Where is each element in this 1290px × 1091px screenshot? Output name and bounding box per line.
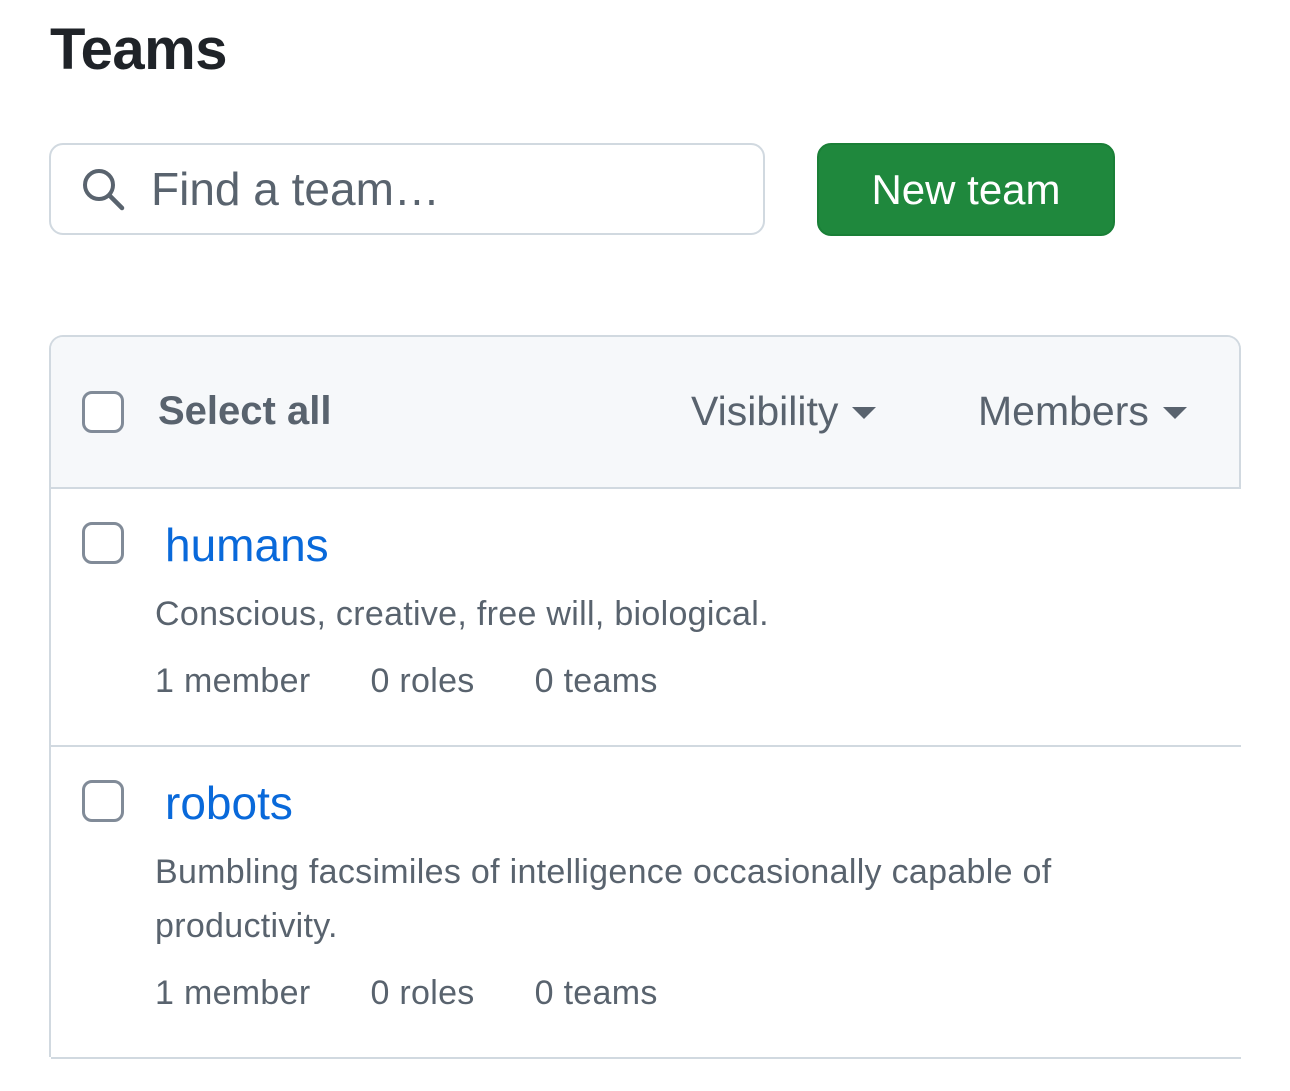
visibility-filter-dropdown[interactable]: Visibility [691,387,877,435]
team-search-box[interactable] [49,143,765,235]
search-icon [81,167,125,211]
team-name-link[interactable]: robots [165,775,293,831]
chevron-down-icon [852,407,877,419]
members-filter-label: Members [978,388,1149,434]
team-row: robots Bumbling facsimiles of intelligen… [51,747,1241,1059]
new-team-button[interactable]: New team [817,143,1115,236]
team-member-count[interactable]: 1 member [155,659,310,703]
team-name-link[interactable]: humans [165,517,329,573]
team-role-count[interactable]: 0 roles [370,659,474,703]
team-stats: 1 member 0 roles 0 teams [155,659,718,703]
team-child-team-count[interactable]: 0 teams [535,971,658,1015]
team-stats: 1 member 0 roles 0 teams [155,971,718,1015]
team-row-checkbox[interactable] [82,780,124,822]
members-filter-dropdown[interactable]: Members [978,387,1187,435]
team-description: Conscious, creative, free will, biologic… [155,595,769,633]
team-role-count[interactable]: 0 roles [370,971,474,1015]
team-child-team-count[interactable]: 0 teams [535,659,658,703]
select-all-label[interactable]: Select all [158,387,331,435]
select-all-checkbox[interactable] [82,391,124,433]
team-member-count[interactable]: 1 member [155,971,310,1015]
teams-table: Select all Visibility Members humans Con… [49,335,1241,1059]
team-search-input[interactable] [149,158,713,220]
team-row-checkbox[interactable] [82,522,124,564]
page-title: Teams [50,17,227,82]
team-description: Bumbling facsimiles of intelligence occa… [155,853,1052,945]
visibility-filter-label: Visibility [691,388,839,434]
table-header: Select all Visibility Members [51,337,1239,489]
team-row: humans Conscious, creative, free will, b… [51,489,1241,747]
chevron-down-icon [1162,407,1187,419]
